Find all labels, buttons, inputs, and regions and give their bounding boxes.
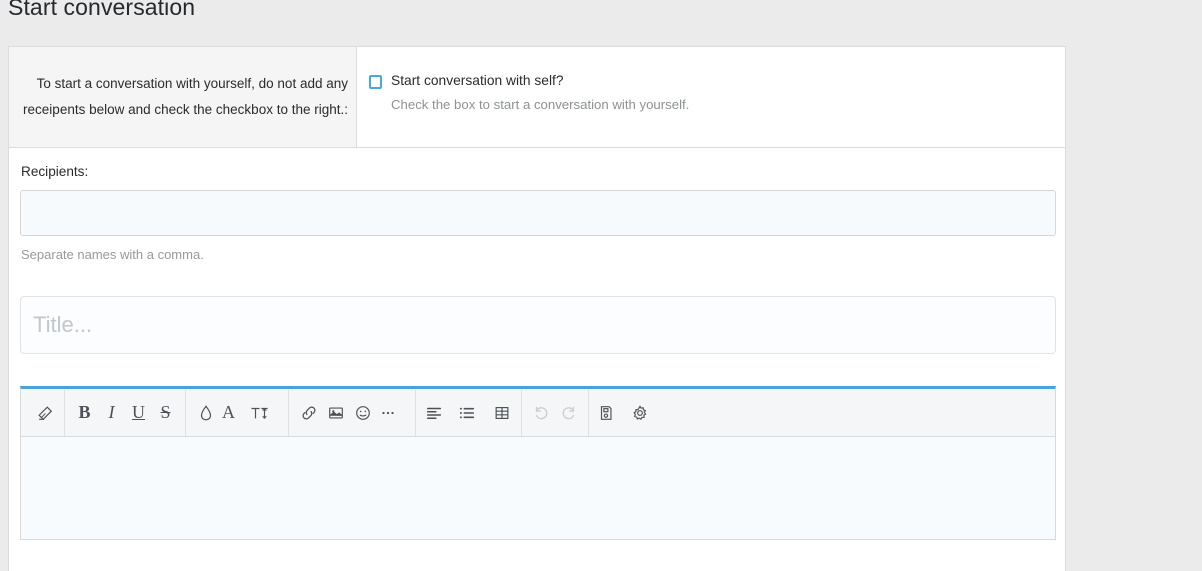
settings-button[interactable] — [626, 396, 653, 430]
self-conversation-instruction-text: To start a conversation with yourself, d… — [23, 76, 348, 117]
redo-button[interactable] — [555, 396, 582, 430]
link-button[interactable] — [295, 396, 322, 430]
title-input[interactable] — [20, 296, 1056, 354]
strikethrough-label: S — [160, 402, 171, 422]
toolbar-group-insert — [289, 389, 415, 437]
self-conversation-control-cell: Start conversation with self? Check the … — [357, 47, 1065, 147]
form-body: Recipients: Separate names with a comma. — [9, 148, 1065, 540]
list-button[interactable] — [455, 396, 488, 430]
bold-label: B — [78, 402, 91, 422]
editor-content-area[interactable] — [21, 437, 1055, 539]
font-color-label: A — [222, 402, 235, 422]
bold-button[interactable]: B — [71, 396, 98, 430]
italic-label: I — [108, 402, 115, 422]
emoji-button[interactable] — [349, 396, 376, 430]
toolbar-group-format-clear — [25, 389, 64, 437]
content-panel: To start a conversation with yourself, d… — [8, 46, 1066, 571]
start-conversation-with-self-label[interactable]: Start conversation with self? — [391, 72, 564, 89]
toolbar-group-paragraph — [416, 389, 521, 437]
underline-button[interactable]: U — [125, 396, 152, 430]
self-conversation-checkbox-line: Start conversation with self? — [369, 72, 1065, 89]
rich-text-editor: B I U S A — [20, 386, 1056, 540]
table-button[interactable] — [488, 396, 515, 430]
highlight-color-button[interactable] — [192, 396, 219, 430]
more-options-button[interactable] — [376, 396, 409, 430]
align-button[interactable] — [422, 396, 455, 430]
recipients-help-text: Separate names with a comma. — [21, 247, 204, 262]
underline-label: U — [132, 402, 145, 422]
start-conversation-with-self-checkbox[interactable] — [369, 75, 382, 89]
recipients-input[interactable] — [20, 190, 1056, 236]
toolbar-group-tools — [589, 389, 659, 437]
toolbar-group-history — [522, 389, 588, 437]
self-conversation-instruction-cell: To start a conversation with yourself, d… — [9, 47, 357, 147]
remove-format-icon[interactable] — [31, 396, 58, 430]
undo-button[interactable] — [528, 396, 555, 430]
italic-button[interactable]: I — [98, 396, 125, 430]
page-title: Start conversation — [8, 0, 196, 20]
start-conversation-with-self-help: Check the box to start a conversation wi… — [391, 97, 690, 112]
draft-button[interactable] — [595, 396, 626, 430]
font-size-button[interactable] — [247, 396, 282, 430]
toolbar-group-color-size: A — [186, 389, 288, 437]
font-color-button[interactable]: A — [219, 396, 247, 430]
page-root: Start conversation To start a conversati… — [0, 0, 1202, 571]
toolbar-group-text-style: B I U S — [65, 389, 185, 437]
editor-toolbar: B I U S A — [21, 389, 1055, 437]
recipients-label: Recipients: — [21, 164, 89, 179]
image-button[interactable] — [322, 396, 349, 430]
strikethrough-button[interactable]: S — [152, 396, 179, 430]
self-conversation-row: To start a conversation with yourself, d… — [9, 47, 1065, 148]
